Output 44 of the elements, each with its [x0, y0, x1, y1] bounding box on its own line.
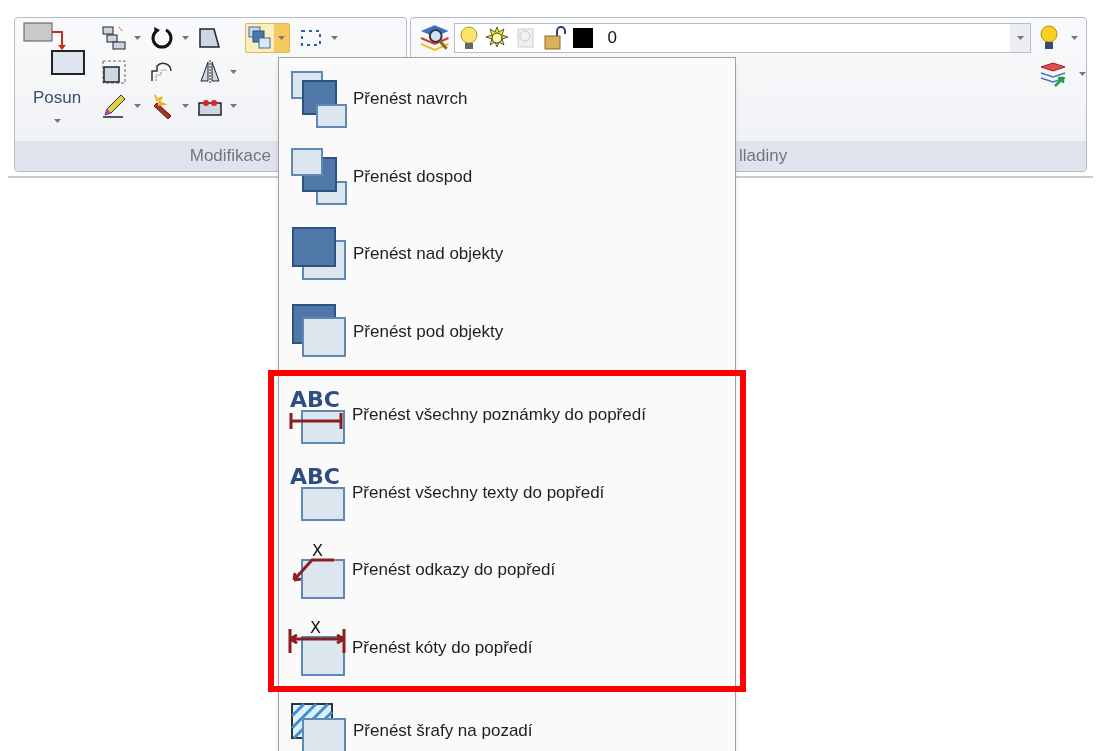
panel-title: Modifikace — [189, 145, 271, 168]
menu-item[interactable]: Přenést navrch — [279, 60, 735, 138]
layers-arrow-icon[interactable] — [1039, 61, 1067, 87]
lightbulb-icon — [459, 26, 480, 50]
pencil-icon[interactable] — [101, 93, 127, 119]
stacked-squares-icon — [289, 68, 349, 129]
caret-icon[interactable] — [1016, 36, 1024, 40]
layer-dropdown[interactable]: 0 — [454, 23, 1031, 53]
move-button[interactable]: Posun — [21, 21, 93, 141]
caret-icon[interactable] — [278, 36, 285, 40]
caret-icon[interactable] — [230, 104, 237, 108]
hatch-icon — [289, 700, 349, 751]
menu-item[interactable]: Přenést dospod — [279, 137, 735, 215]
caret-icon[interactable] — [182, 36, 189, 40]
stacked-squares-icon — [289, 146, 349, 207]
sun-icon — [485, 26, 510, 50]
menu-item[interactable]: X Přenést odkazy do popředí — [278, 531, 736, 609]
padlock-icon — [543, 26, 568, 50]
panel-title: lladiny — [739, 145, 788, 168]
caret-icon[interactable] — [182, 104, 189, 108]
layers-magnifier-icon[interactable] — [419, 23, 451, 53]
stretch-icon[interactable] — [197, 25, 223, 51]
menu-item[interactable]: ABC Přenést všechny texty do popředí — [278, 453, 736, 531]
menu-item[interactable]: Přenést pod objekty — [279, 292, 735, 370]
copy-objects-icon[interactable] — [101, 25, 127, 51]
menu-item[interactable]: Přenést nad objekty — [279, 215, 735, 293]
caret-icon[interactable] — [134, 104, 141, 108]
caret-icon[interactable] — [53, 118, 61, 123]
menu-item[interactable]: ABC Přenést všechny poznámky do popředí — [278, 376, 736, 454]
arrange-dropdown-button[interactable] — [245, 23, 290, 53]
stacked-squares-icon[interactable] — [248, 26, 272, 50]
menu-item[interactable]: X Přenést kóty do popředí — [278, 608, 736, 686]
scale-icon[interactable] — [101, 59, 127, 85]
menu-item[interactable]: Přenést šrafy na pozadí — [279, 692, 735, 751]
color-swatch-icon — [573, 28, 594, 48]
lightbulb-icon[interactable] — [1039, 25, 1059, 51]
caret-icon[interactable] — [331, 36, 338, 40]
caret-icon[interactable] — [230, 70, 237, 74]
caret-icon[interactable] — [134, 36, 141, 40]
caret-icon[interactable] — [1071, 36, 1078, 40]
layer-name: 0 — [607, 27, 618, 50]
caret-icon[interactable] — [1079, 72, 1086, 76]
mirror-icon[interactable] — [197, 59, 223, 85]
rotate-icon[interactable] — [149, 25, 175, 51]
